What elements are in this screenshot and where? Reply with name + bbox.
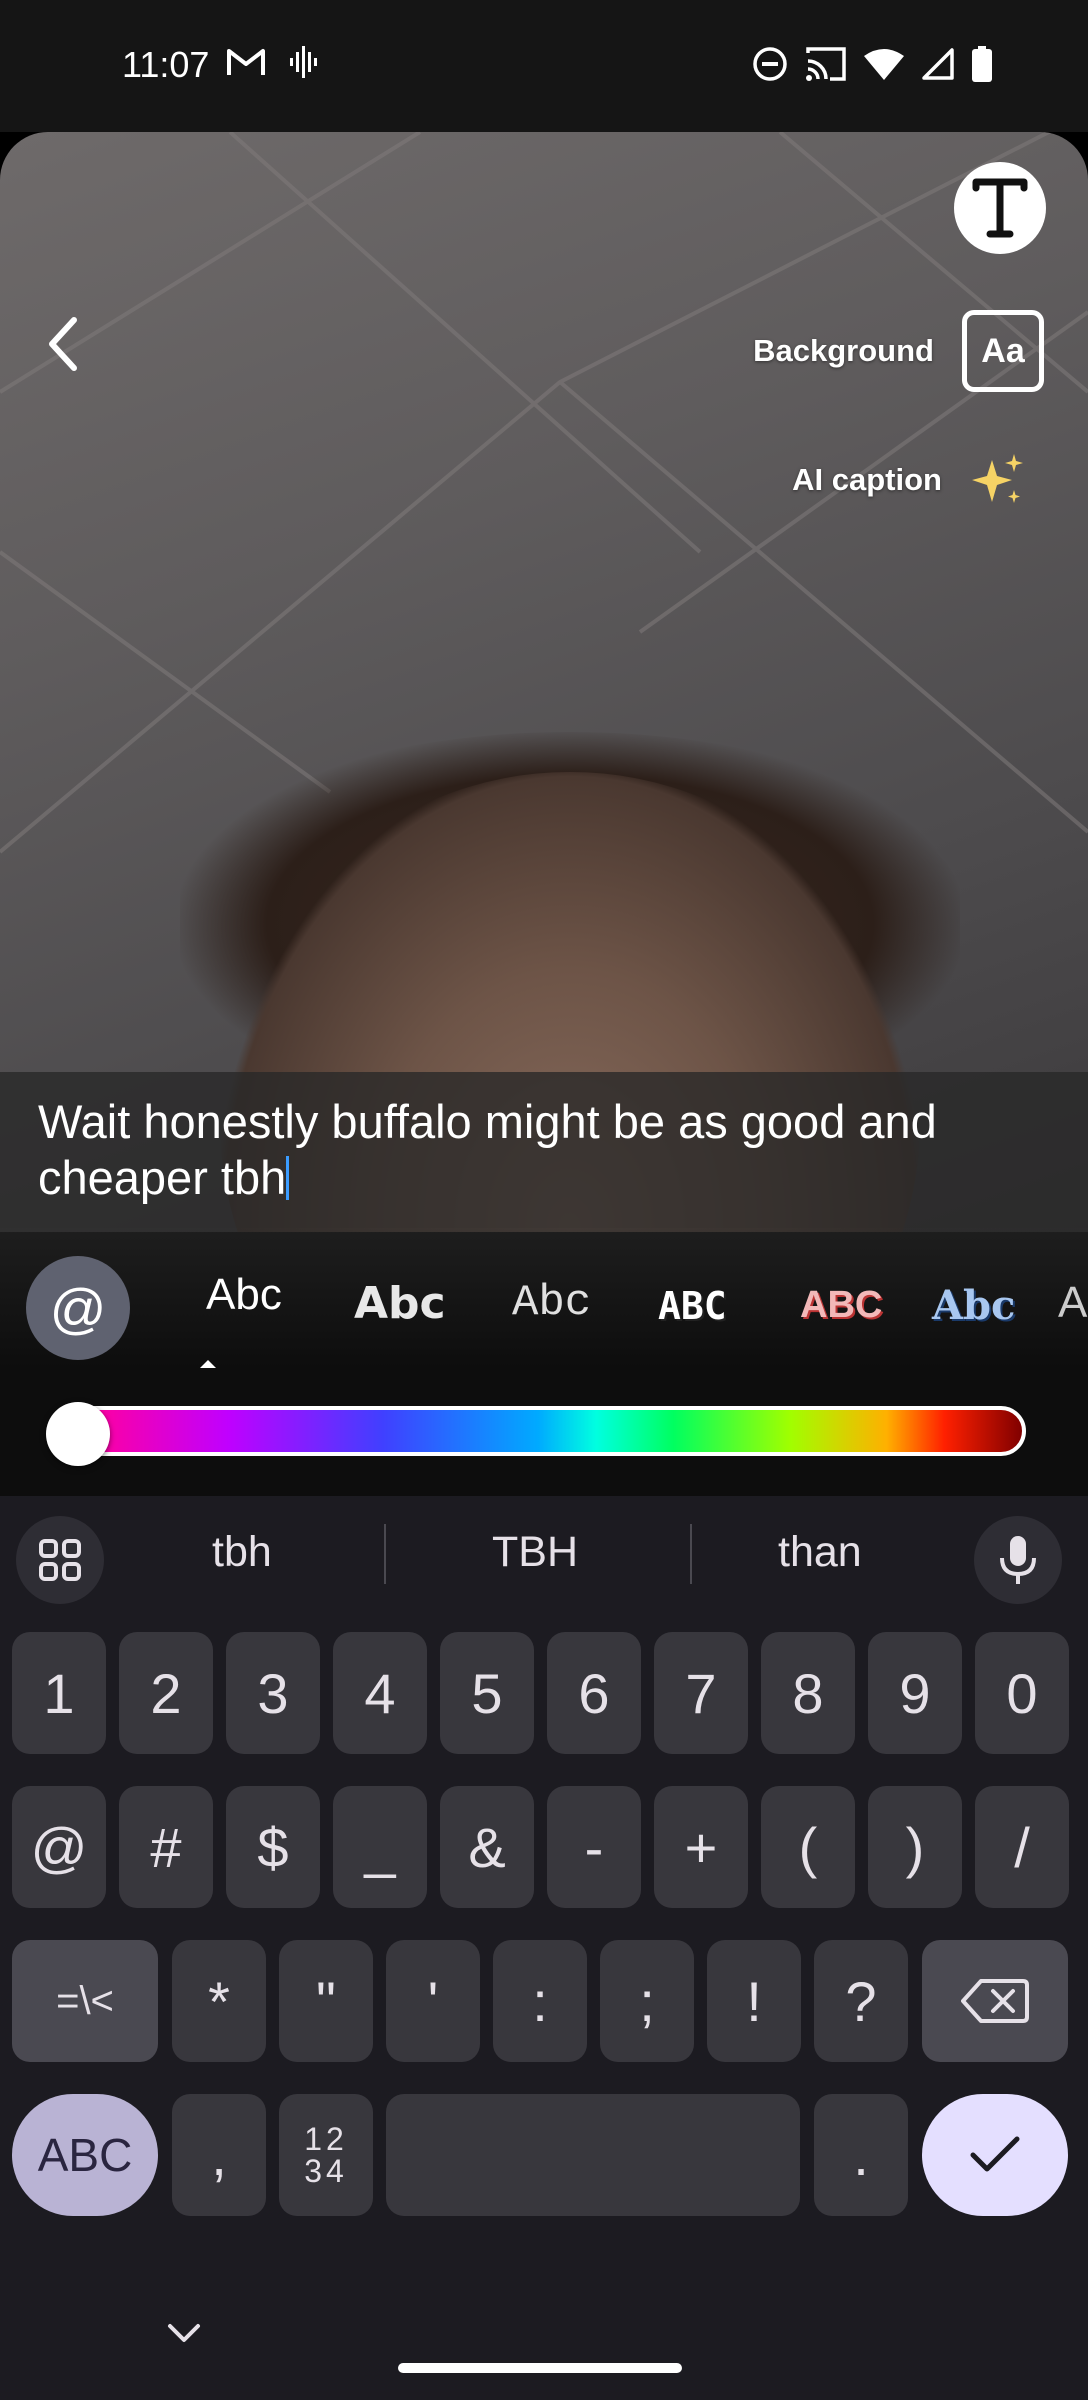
keyboard: tbh TBH than 1 2 3 4 5 6 7 8 9 0 @ # $ _…: [0, 1496, 1088, 2400]
sparkle-icon[interactable]: [970, 452, 1026, 508]
suggestion-divider: [384, 1524, 386, 1584]
font-option-6[interactable]: Abc: [932, 1282, 1015, 1329]
gmail-icon: [227, 49, 265, 75]
color-slider-thumb[interactable]: [46, 1402, 110, 1466]
cellular-signal-icon: [922, 48, 954, 80]
key-semicolon[interactable]: ;: [600, 1940, 694, 2062]
font-option-1[interactable]: Abc: [206, 1270, 282, 1320]
numpad-bottom-label: 34: [304, 2153, 348, 2189]
voice-input-button[interactable]: [974, 1516, 1062, 1604]
key-hash[interactable]: #: [119, 1786, 213, 1908]
key-comma[interactable]: ,: [172, 2094, 266, 2216]
home-indicator[interactable]: [398, 2363, 682, 2373]
key-slash[interactable]: /: [975, 1786, 1069, 1908]
space-key[interactable]: [386, 2094, 800, 2216]
camera-preview[interactable]: [0, 132, 1088, 1232]
background-style-button[interactable]: Aa: [962, 310, 1044, 392]
battery-icon: [972, 46, 992, 82]
selected-font-indicator: [200, 1360, 216, 1368]
backspace-key[interactable]: [922, 1940, 1068, 2062]
key-7[interactable]: 7: [654, 1632, 748, 1754]
font-style-picker[interactable]: @ Abc Abc Abc ABC ABC Abc A: [0, 1228, 1088, 1368]
key-exclamation[interactable]: !: [707, 1940, 801, 2062]
back-icon[interactable]: [40, 312, 84, 376]
color-slider-track[interactable]: [50, 1406, 1026, 1456]
microphone-icon: [1000, 1536, 1036, 1584]
ai-caption-label: AI caption: [792, 462, 942, 497]
numpad-top-label: 12: [304, 2121, 348, 2157]
ai-caption-option[interactable]: AI caption: [792, 452, 1026, 508]
key-6[interactable]: 6: [547, 1632, 641, 1754]
status-time: 11:07: [122, 44, 210, 85]
key-5[interactable]: 5: [440, 1632, 534, 1754]
key-underscore[interactable]: _: [333, 1786, 427, 1908]
key-ampersand[interactable]: &: [440, 1786, 534, 1908]
key-0[interactable]: 0: [975, 1632, 1069, 1754]
suggestion-2[interactable]: TBH: [492, 1528, 578, 1577]
key-8[interactable]: 8: [761, 1632, 855, 1754]
font-option-4[interactable]: ABC: [658, 1284, 727, 1328]
font-option-3[interactable]: Abc: [512, 1278, 591, 1328]
wifi-icon: [864, 49, 904, 80]
key-double-quote[interactable]: ": [279, 1940, 373, 2062]
checkmark-icon: [970, 2136, 1020, 2172]
key-close-paren[interactable]: ): [868, 1786, 962, 1908]
key-4[interactable]: 4: [333, 1632, 427, 1754]
do-not-disturb-icon: [753, 47, 787, 81]
key-colon[interactable]: :: [493, 1940, 587, 2062]
abc-key[interactable]: ABC: [12, 2094, 158, 2216]
backspace-icon: [961, 1979, 1029, 2023]
key-at[interactable]: @: [12, 1786, 106, 1908]
color-picker: [0, 1368, 1088, 1496]
suggestion-3[interactable]: than: [778, 1528, 862, 1577]
key-1[interactable]: 1: [12, 1632, 106, 1754]
caption-band[interactable]: Wait honestly buffalo might be as good a…: [0, 1072, 1088, 1228]
keyboard-menu-button[interactable]: [16, 1516, 104, 1604]
text-t-icon: [972, 178, 1028, 238]
suggestion-1[interactable]: tbh: [212, 1528, 272, 1577]
key-9[interactable]: 9: [868, 1632, 962, 1754]
key-minus[interactable]: -: [547, 1786, 641, 1908]
mention-button[interactable]: @: [26, 1256, 130, 1360]
status-bar: 11:07: [0, 0, 1088, 132]
key-asterisk[interactable]: *: [172, 1940, 266, 2062]
key-open-paren[interactable]: (: [761, 1786, 855, 1908]
caption-input[interactable]: Wait honestly buffalo might be as good a…: [38, 1094, 1048, 1206]
caption-text: Wait honestly buffalo might be as good a…: [38, 1095, 937, 1204]
font-option-5[interactable]: ABC: [800, 1284, 882, 1327]
background-option[interactable]: Background Aa: [753, 310, 1044, 392]
chevron-down-icon[interactable]: [166, 2318, 202, 2348]
key-period[interactable]: .: [814, 2094, 908, 2216]
suggestion-strip: tbh TBH than: [0, 1496, 1088, 1608]
text-tool-button[interactable]: [954, 162, 1046, 254]
cast-icon: [806, 47, 846, 81]
key-dollar[interactable]: $: [226, 1786, 320, 1908]
key-3[interactable]: 3: [226, 1632, 320, 1754]
voice-waveform-icon: [290, 46, 317, 78]
more-symbols-key[interactable]: =\<: [12, 1940, 158, 2062]
key-single-quote[interactable]: ': [386, 1940, 480, 2062]
font-option-2[interactable]: Abc: [354, 1278, 446, 1329]
grid-icon: [39, 1539, 81, 1581]
key-question[interactable]: ?: [814, 1940, 908, 2062]
key-plus[interactable]: +: [654, 1786, 748, 1908]
text-cursor: [286, 1156, 290, 1200]
background-label: Background: [753, 333, 934, 368]
suggestion-divider: [690, 1524, 692, 1584]
numpad-key[interactable]: 12 34: [279, 2094, 373, 2216]
done-key[interactable]: [922, 2094, 1068, 2216]
key-2[interactable]: 2: [119, 1632, 213, 1754]
font-option-7[interactable]: A: [1058, 1278, 1087, 1328]
